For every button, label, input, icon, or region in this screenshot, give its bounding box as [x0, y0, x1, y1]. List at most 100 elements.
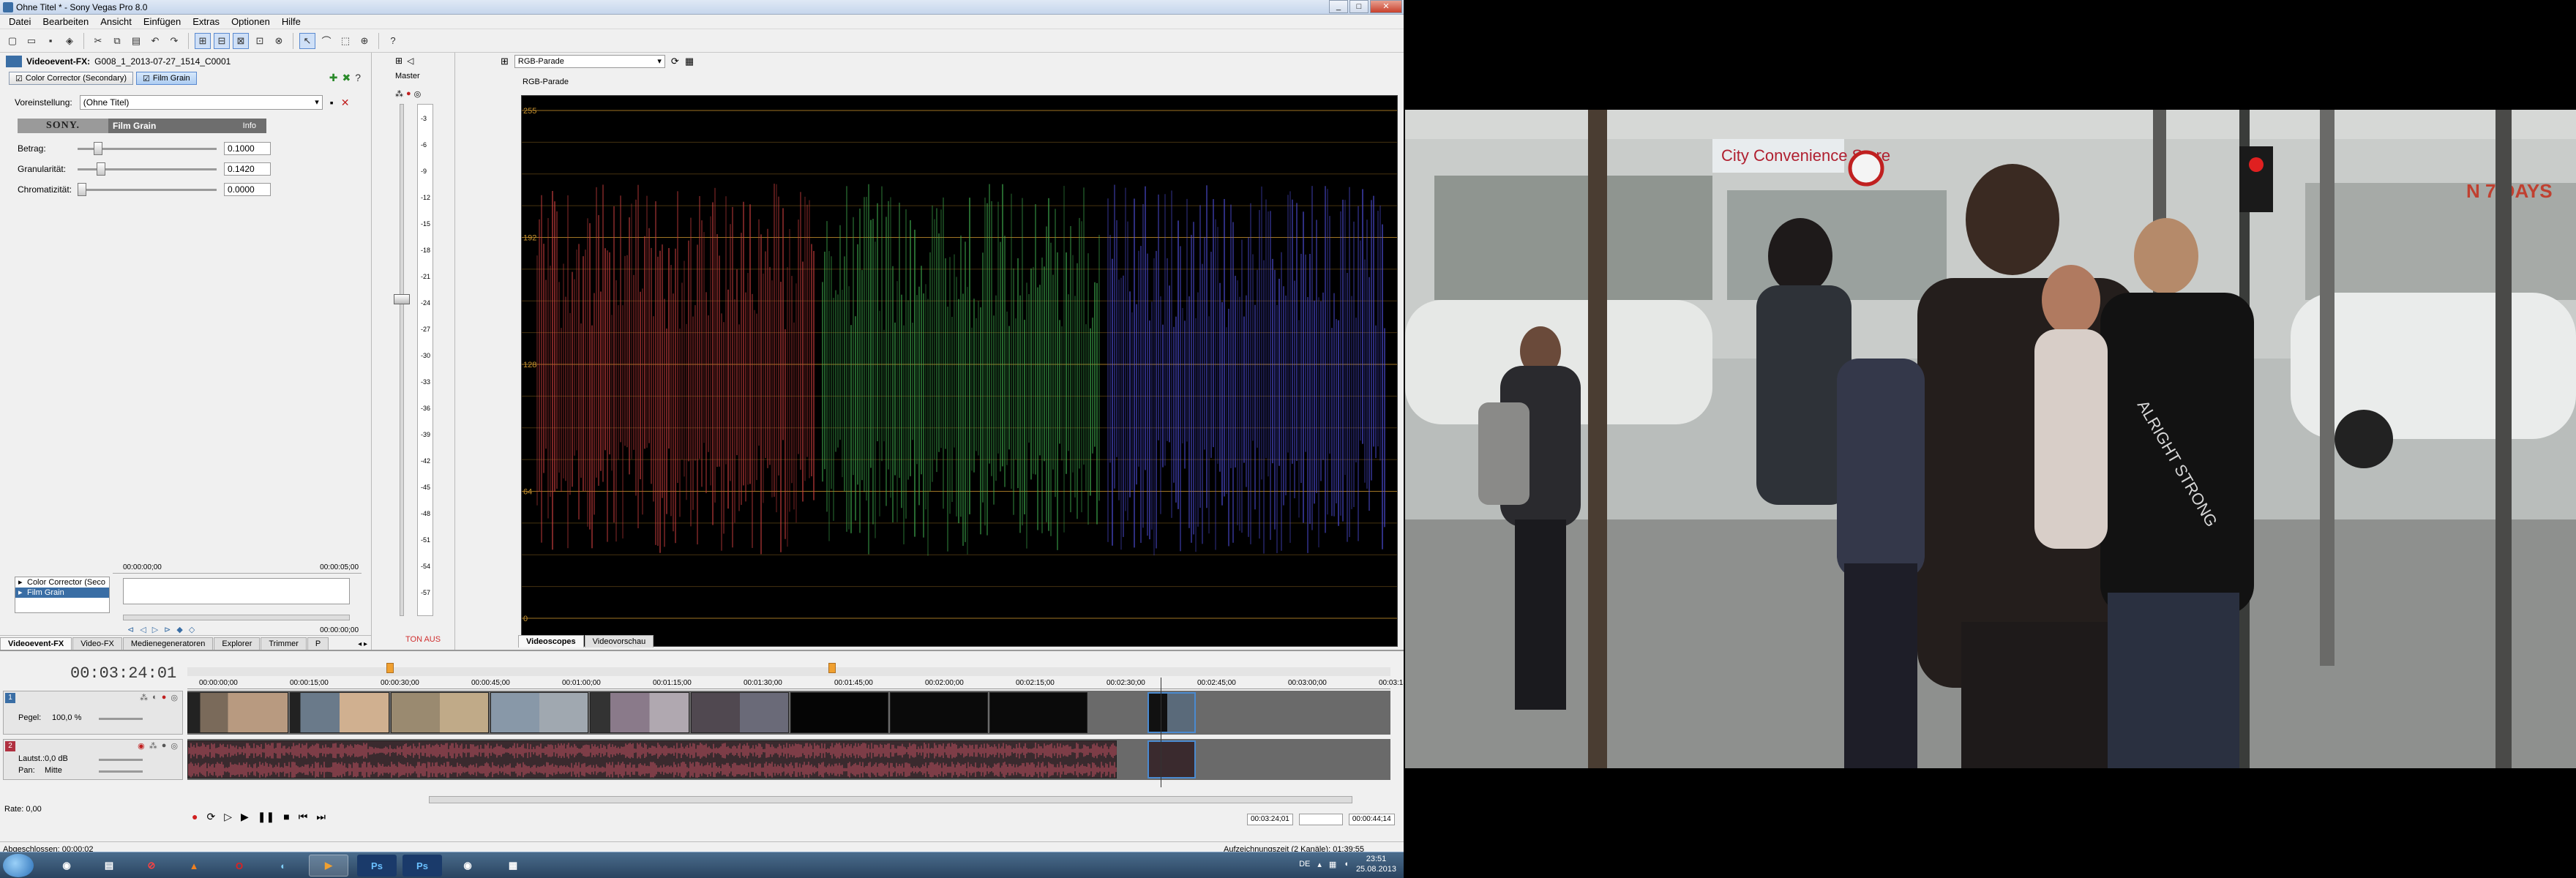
volume-slider[interactable]: [99, 759, 143, 761]
clock[interactable]: 23:51 25.08.2013: [1356, 854, 1396, 874]
track-fx-icon[interactable]: ⁂: [140, 693, 148, 702]
minimize-button[interactable]: _: [1329, 0, 1348, 13]
menu-bearbeiten[interactable]: Bearbeiten: [37, 16, 94, 27]
volume-icon[interactable]: ◖: [1344, 860, 1349, 868]
audio-track-header[interactable]: 2 ◉ ⁂ ● ◎ Lautst.: 0,0 dB Pan: Mitte: [3, 739, 183, 780]
keyframe-lane[interactable]: [123, 578, 350, 604]
taskbar-app-vegas[interactable]: ▶: [309, 855, 348, 877]
close-button[interactable]: ✕: [1370, 0, 1402, 13]
track-fx-icon[interactable]: ⁂: [149, 741, 157, 751]
record-icon[interactable]: ●: [192, 811, 198, 823]
selection-timecode[interactable]: [1298, 814, 1343, 825]
prev-keyframe-icon[interactable]: ◁: [140, 625, 146, 634]
copy-icon[interactable]: ⧉: [109, 33, 125, 49]
language-indicator[interactable]: DE: [1299, 860, 1310, 868]
composite-icon[interactable]: ◐: [152, 693, 157, 702]
taskbar-app-browser[interactable]: ◐: [263, 855, 303, 877]
audio-track-lane[interactable]: [187, 739, 1390, 780]
length-timecode[interactable]: 00:00:44;14: [1348, 814, 1395, 825]
menu-hilfe[interactable]: Hilfe: [276, 16, 307, 27]
param-value-field[interactable]: 0.1000: [224, 142, 271, 155]
menu-datei[interactable]: Datei: [3, 16, 37, 27]
normal-edit-tool-icon[interactable]: ↖: [299, 32, 315, 49]
video-clip[interactable]: [691, 692, 789, 733]
help-icon[interactable]: ?: [385, 33, 401, 49]
tab-scroll-arrows-icon[interactable]: ◂ ▸: [353, 639, 372, 650]
crossfade-icon[interactable]: ⊠: [233, 32, 249, 49]
delete-keyframe-icon[interactable]: ◇: [189, 625, 195, 634]
mixer-solo-icon[interactable]: ◎: [414, 89, 422, 99]
solo-icon[interactable]: ◎: [171, 741, 178, 751]
go-to-end-icon[interactable]: ⏭: [316, 811, 326, 823]
tray-arrow-icon[interactable]: ▴: [1317, 860, 1322, 869]
fx-help-icon[interactable]: ?: [355, 72, 361, 84]
taskbar-app-photoshop[interactable]: Ps: [357, 855, 397, 877]
taskbar-app-media[interactable]: ◉: [448, 855, 487, 877]
master-fader-track[interactable]: [400, 104, 404, 616]
region-marker-in[interactable]: [386, 663, 394, 673]
last-keyframe-icon[interactable]: ⊳: [164, 625, 171, 634]
preset-dropdown[interactable]: (Ohne Titel): [79, 95, 323, 110]
mixer-fx-icon[interactable]: ⁂: [395, 89, 403, 99]
mixer-prev-icon[interactable]: ◁: [407, 56, 413, 66]
checkbox-icon[interactable]: ☑: [15, 74, 23, 83]
mixer-insert-icon[interactable]: ⊞: [395, 56, 402, 66]
add-fx-icon[interactable]: ✚: [329, 72, 338, 84]
cursor-timecode[interactable]: 00:03:24;01: [1247, 814, 1293, 825]
add-keyframe-icon[interactable]: ◆: [176, 625, 182, 634]
envelope-tool-icon[interactable]: ⌒: [318, 33, 334, 49]
video-clip[interactable]: [790, 692, 888, 733]
video-track-lane[interactable]: [187, 691, 1390, 735]
tab-video-fx[interactable]: Video-FX: [72, 637, 122, 650]
param-slider-thumb[interactable]: [97, 162, 105, 176]
tab-videoscopes[interactable]: Videoscopes: [518, 635, 584, 648]
undo-icon[interactable]: ↶: [147, 33, 163, 49]
param-slider-track[interactable]: [78, 189, 217, 191]
audio-clip[interactable]: [187, 740, 1117, 778]
video-clip[interactable]: [890, 692, 988, 733]
lock-envelopes-icon[interactable]: ⊡: [252, 33, 268, 49]
region-marker-out[interactable]: [828, 663, 836, 673]
save-icon[interactable]: ▪: [42, 33, 59, 49]
scope-settings-icon[interactable]: ▦: [685, 56, 694, 67]
fx-list-item[interactable]: Color Corrector (Seco: [15, 577, 109, 588]
new-file-icon[interactable]: ▢: [4, 33, 20, 49]
redo-icon[interactable]: ↷: [166, 33, 182, 49]
param-value-field[interactable]: 0.1420: [224, 162, 271, 176]
tab-videovorschau[interactable]: Videovorschau: [584, 635, 654, 648]
menu-extras[interactable]: Extras: [187, 16, 225, 27]
loop-region-bar[interactable]: [187, 667, 1390, 676]
play-from-start-icon[interactable]: ▷: [224, 811, 232, 823]
video-clip[interactable]: [490, 692, 588, 733]
stop-icon[interactable]: ■: [283, 811, 289, 823]
maximize-button[interactable]: □: [1349, 0, 1368, 13]
video-clip[interactable]: [187, 692, 288, 733]
level-slider[interactable]: [99, 718, 143, 720]
autoripple-icon[interactable]: ⊟: [214, 32, 230, 49]
open-icon[interactable]: ▭: [23, 33, 40, 49]
video-clip[interactable]: [989, 692, 1087, 733]
timeline-scrollbar[interactable]: [429, 796, 1352, 803]
chain-color-corrector[interactable]: ☑ Color Corrector (Secondary): [9, 72, 134, 85]
delete-preset-icon[interactable]: ✕: [341, 97, 350, 109]
taskbar-app-blocked[interactable]: ⊘: [132, 855, 171, 877]
param-slider-thumb[interactable]: [94, 142, 102, 155]
title-bar[interactable]: Ohne Titel * - Sony Vegas Pro 8.0 _ □ ✕: [0, 0, 1404, 15]
taskbar-app-explorer[interactable]: ▤: [89, 855, 129, 877]
taskbar-app-opera[interactable]: O: [220, 855, 259, 877]
pause-icon[interactable]: ❚❚: [258, 811, 274, 823]
selection-tool-icon[interactable]: ⬚: [337, 33, 353, 49]
keyframe-scrollbar[interactable]: [123, 615, 350, 620]
video-clip-selected[interactable]: [1147, 692, 1196, 733]
taskbar-app-photoshop-2[interactable]: Ps: [402, 855, 442, 877]
menu-einfuegen[interactable]: Einfügen: [138, 16, 187, 27]
network-icon[interactable]: ▦: [1329, 860, 1336, 869]
paste-icon[interactable]: ▤: [128, 33, 144, 49]
audio-clip-selected[interactable]: [1147, 740, 1196, 778]
snap-icon[interactable]: ⊞: [195, 32, 211, 49]
mute-icon[interactable]: ●: [162, 741, 167, 751]
ignore-grouping-icon[interactable]: ⊗: [271, 33, 287, 49]
cut-icon[interactable]: ✂: [90, 33, 106, 49]
mute-icon[interactable]: ●: [162, 693, 167, 702]
scope-mode-dropdown[interactable]: RGB-Parade: [514, 55, 665, 68]
